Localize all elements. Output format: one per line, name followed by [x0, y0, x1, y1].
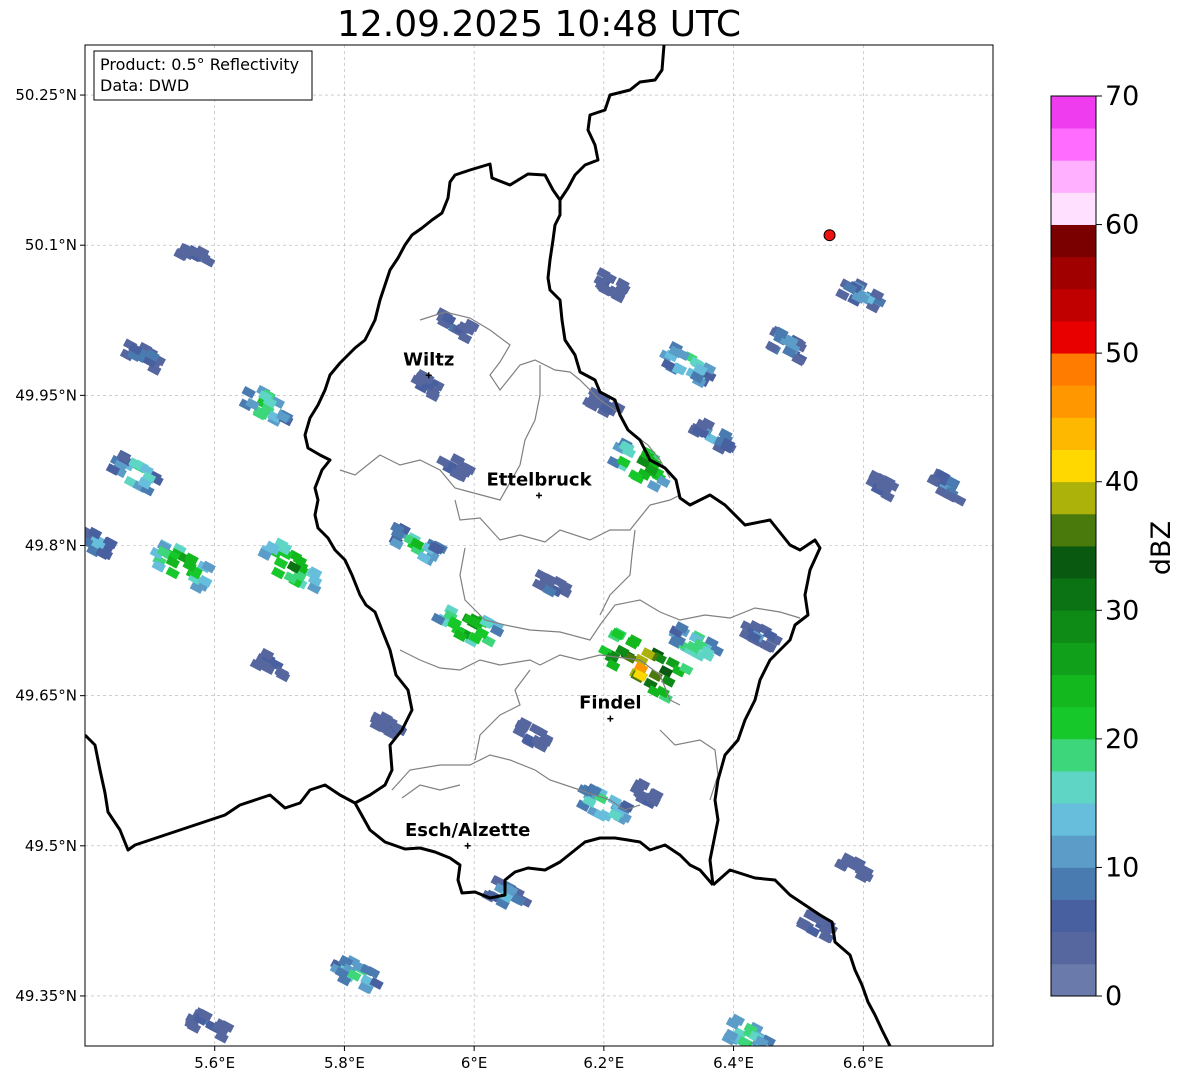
y-tick-label: 49.5°N [25, 837, 77, 855]
colorbar-segment [1051, 288, 1096, 322]
radar-site-marker [823, 229, 836, 242]
city-label: Esch/Alzette [405, 820, 530, 841]
colorbar-segment [1051, 385, 1096, 418]
city-label: Ettelbruck [486, 469, 592, 490]
colorbar-segment [1051, 867, 1096, 900]
colorbar-segment [1051, 192, 1096, 225]
colorbar-segment [1051, 546, 1096, 579]
y-tick-label: 49.35°N [15, 987, 77, 1005]
colorbar-segment [1051, 899, 1096, 933]
map-background [85, 45, 993, 1046]
x-tick-label: 6.6°E [843, 1054, 884, 1072]
colorbar-segment [1051, 353, 1096, 386]
colorbar-tick-label: 40 [1105, 467, 1139, 498]
colorbar-segment [1051, 96, 1096, 129]
x-axis-ticks: 5.6°E 5.8°E 6°E 6.2°E 6.4°E 6.6°E [194, 1046, 884, 1072]
colorbar-segment [1051, 738, 1096, 772]
colorbar-segment [1051, 706, 1096, 740]
colorbar-tick-label: 50 [1105, 338, 1139, 369]
colorbar-segment [1051, 963, 1096, 997]
city-label: Wiltz [403, 349, 454, 370]
colorbar-segment [1051, 128, 1096, 161]
info-data-source: Data: DWD [100, 76, 189, 95]
colorbar-segment [1051, 835, 1096, 868]
colorbar-label: dBZ [1146, 521, 1177, 575]
x-tick-label: 6.4°E [713, 1054, 754, 1072]
y-axis-ticks: 50.25°N 50.1°N 49.95°N 49.8°N 49.65°N 49.5°N 4… [15, 86, 85, 1005]
y-tick-label: 49.8°N [25, 537, 77, 555]
colorbar-segment [1051, 803, 1096, 836]
colorbar-segment [1051, 224, 1096, 258]
x-tick-label: 5.8°E [324, 1054, 365, 1072]
y-tick-label: 49.95°N [15, 386, 77, 404]
city-label: Findel [579, 693, 642, 714]
y-tick-label: 49.65°N [15, 687, 77, 705]
y-tick-label: 50.1°N [25, 236, 77, 254]
colorbar-tick-label: 70 [1105, 81, 1139, 112]
x-tick-label: 6°E [461, 1054, 488, 1072]
colorbar-segment [1051, 771, 1096, 804]
colorbar-segment [1051, 481, 1096, 515]
x-tick-label: 6.2°E [583, 1054, 624, 1072]
colorbar: 0 10 20 30 40 50 60 70 [1050, 81, 1139, 1012]
colorbar-tick-label: 0 [1105, 981, 1122, 1012]
y-tick-label: 50.25°N [15, 86, 77, 104]
colorbar-tick-label: 60 [1105, 210, 1139, 241]
colorbar-segment [1051, 256, 1096, 290]
colorbar-segment [1051, 610, 1096, 643]
colorbar-segment [1051, 321, 1096, 354]
x-tick-label: 5.6°E [194, 1054, 235, 1072]
colorbar-segment [1051, 449, 1096, 483]
colorbar-tick-label: 30 [1105, 595, 1139, 626]
radar-map-figure: 5.6°E 5.8°E 6°E 6.2°E 6.4°E 6.6°E 50.25°N 50.1… [15, 44, 1177, 1072]
info-product: Product: 0.5° Reflectivity [100, 55, 299, 74]
colorbar-segment [1051, 160, 1096, 193]
colorbar-segment [1051, 513, 1096, 547]
colorbar-segment [1051, 642, 1096, 675]
colorbar-segment [1051, 931, 1096, 965]
colorbar-tick-label: 10 [1105, 852, 1139, 883]
colorbar-segment [1051, 417, 1096, 450]
colorbar-segment [1051, 578, 1096, 611]
colorbar-segment [1051, 674, 1096, 708]
info-box: Product: 0.5° Reflectivity Data: DWD [93, 50, 313, 101]
colorbar-tick-label: 20 [1105, 724, 1139, 755]
